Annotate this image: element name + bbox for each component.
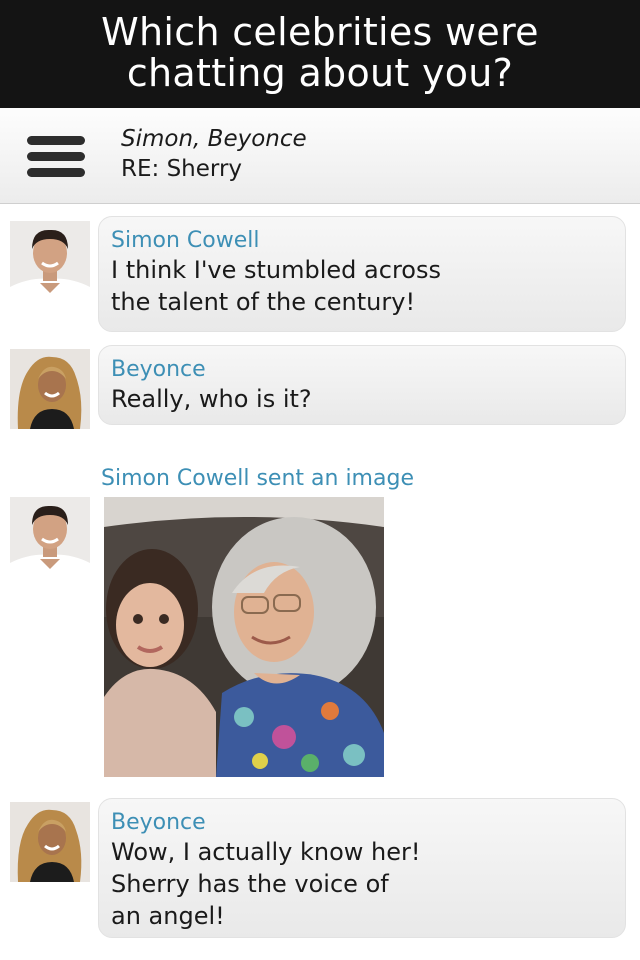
sender-name[interactable]: Simon Cowell (111, 227, 613, 254)
beyonce-avatar[interactable] (10, 349, 90, 429)
conversation-subject: RE: Sherry (121, 156, 243, 182)
message-text-line: I think I've stumbled across (111, 256, 441, 284)
sender-name[interactable]: Beyonce (111, 809, 613, 836)
sender-name[interactable]: Beyonce (111, 356, 613, 383)
conversation-participants: Simon, Beyonce (121, 126, 307, 152)
beyonce-avatar[interactable] (10, 802, 90, 882)
shared-photo[interactable] (104, 497, 384, 777)
message-text-line: Wow, I actually know her! (111, 838, 421, 866)
simon-cowell-avatar[interactable] (10, 221, 90, 301)
hamburger-menu-icon[interactable] (27, 136, 85, 180)
message-bubble: Beyonce Really, who is it? (98, 345, 626, 425)
message-text-line: Really, who is it? (111, 385, 312, 413)
message-text-line: the talent of the century! (111, 288, 416, 316)
message-bubble: Simon Cowell I think I've stumbled acros… (98, 216, 626, 332)
image-caption: Simon Cowell sent an image (101, 466, 414, 491)
message-text-line: Sherry has the voice of (111, 870, 389, 898)
title-banner: Which celebrities were chatting about yo… (0, 0, 640, 108)
message-text-line: an angel! (111, 902, 225, 930)
banner-title-line-2: chatting about you? (126, 51, 514, 95)
conversation-header: Simon, Beyonce RE: Sherry (0, 108, 640, 204)
banner-title-line-1: Which celebrities were (101, 10, 539, 54)
message-bubble: Beyonce Wow, I actually know her! Sherry… (98, 798, 626, 938)
simon-cowell-avatar[interactable] (10, 497, 90, 577)
